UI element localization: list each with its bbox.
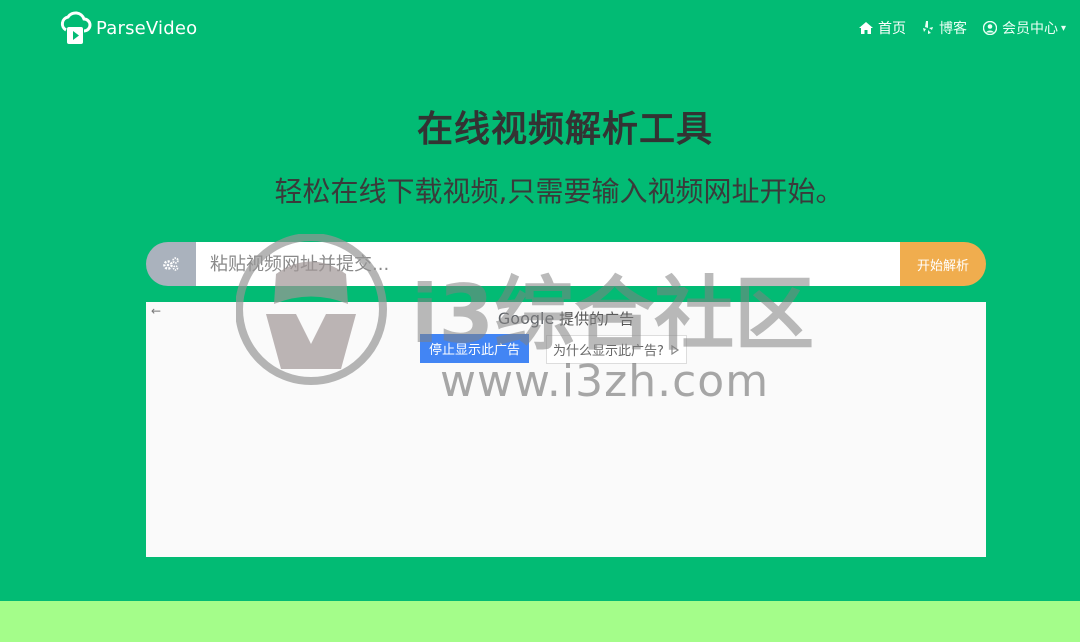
ad-container: ← Google 提供的广告 停止显示此广告 为什么显示此广告?: [146, 302, 986, 557]
ad-provider-label: Google 提供的广告: [146, 308, 986, 329]
brand-link[interactable]: ParseVideo: [58, 10, 197, 46]
nav-item-label: 会员中心: [1001, 21, 1058, 37]
nav-menu: 首页 博客 会员中心 ▾: [843, 18, 1066, 38]
footer-band: [0, 601, 1080, 642]
yelp-icon: [922, 21, 933, 34]
video-url-input[interactable]: [196, 242, 900, 286]
home-icon: [858, 22, 873, 34]
navbar: ParseVideo 首页 博客 会员中心 ▾: [0, 0, 1080, 56]
chevron-down-icon: ▾: [1060, 22, 1066, 34]
nav-item-home[interactable]: 首页: [858, 18, 906, 38]
ad-provider-suffix: 提供的广告: [554, 310, 635, 328]
nav-item-label: 首页: [877, 21, 906, 37]
adchoices-icon: [671, 344, 679, 355]
start-parse-button[interactable]: 开始解析: [900, 242, 986, 286]
user-circle-icon: [982, 21, 997, 35]
page-title: 在线视频解析工具: [416, 109, 713, 150]
google-logo: Google: [497, 309, 555, 328]
page-subtitle: 轻松在线下载视频,只需要输入视频网址开始。: [274, 175, 844, 208]
brand-name: ParseVideo: [96, 17, 198, 39]
nav-item-member-center[interactable]: 会员中心 ▾: [982, 18, 1066, 38]
why-ad-button[interactable]: 为什么显示此广告?: [546, 335, 687, 364]
cloud-play-logo-icon: [60, 11, 92, 44]
url-search-form: 开始解析: [146, 242, 986, 286]
gears-icon: [146, 242, 196, 286]
nav-item-blog[interactable]: 博客: [922, 18, 967, 38]
why-ad-label: 为什么显示此广告?: [553, 344, 664, 359]
stop-ad-button[interactable]: 停止显示此广告: [420, 334, 530, 363]
nav-item-label: 博客: [938, 21, 967, 37]
